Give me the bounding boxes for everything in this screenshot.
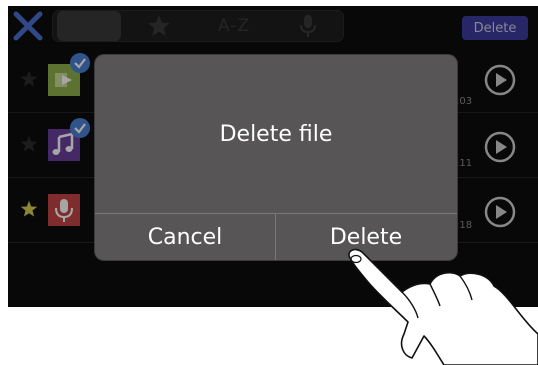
dialog-title: Delete file [219, 121, 333, 147]
cancel-button[interactable]: Cancel [95, 214, 275, 260]
delete-confirm-dialog: Delete file Cancel Delete [95, 55, 457, 260]
confirm-delete-button[interactable]: Delete [276, 214, 456, 260]
